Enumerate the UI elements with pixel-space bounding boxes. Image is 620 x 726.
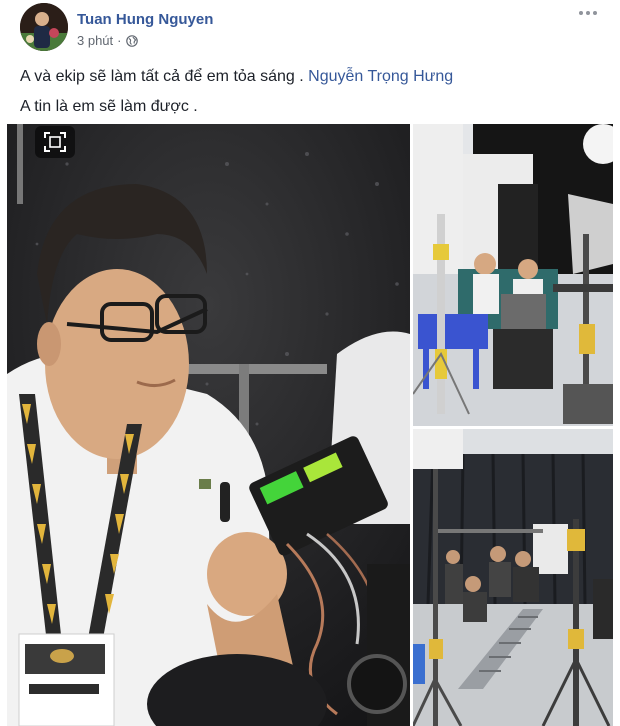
author-avatar[interactable] — [20, 3, 68, 51]
photo-main[interactable] — [7, 124, 410, 726]
facebook-post: Tuan Hung Nguyen 3 phút · A và ekip sẽ l… — [0, 0, 620, 726]
post-line-2: A tin là em sẽ làm được . — [20, 98, 198, 115]
frame-icon — [35, 126, 75, 158]
author-name[interactable]: Tuan Hung Nguyen — [77, 11, 213, 28]
post-meta: 3 phút · — [77, 33, 138, 48]
photo-grid — [7, 124, 613, 726]
post-time[interactable]: 3 phút — [77, 33, 113, 48]
post-line-1-text: A và ekip sẽ làm tất cả để em tỏa sáng . — [20, 68, 304, 85]
mention-link[interactable]: Nguyễn Trọng Hưng — [308, 68, 453, 85]
post-header: Tuan Hung Nguyen 3 phút · — [20, 3, 600, 53]
post-text: A và ekip sẽ làm tất cả để em tỏa sáng .… — [20, 62, 453, 122]
photo-studio-dolly[interactable] — [413, 429, 613, 726]
globe-icon — [125, 34, 138, 47]
ellipsis-icon[interactable] — [576, 3, 600, 23]
photo-studio-crew[interactable] — [413, 124, 613, 426]
post-line-1: A và ekip sẽ làm tất cả để em tỏa sáng .… — [20, 62, 453, 92]
